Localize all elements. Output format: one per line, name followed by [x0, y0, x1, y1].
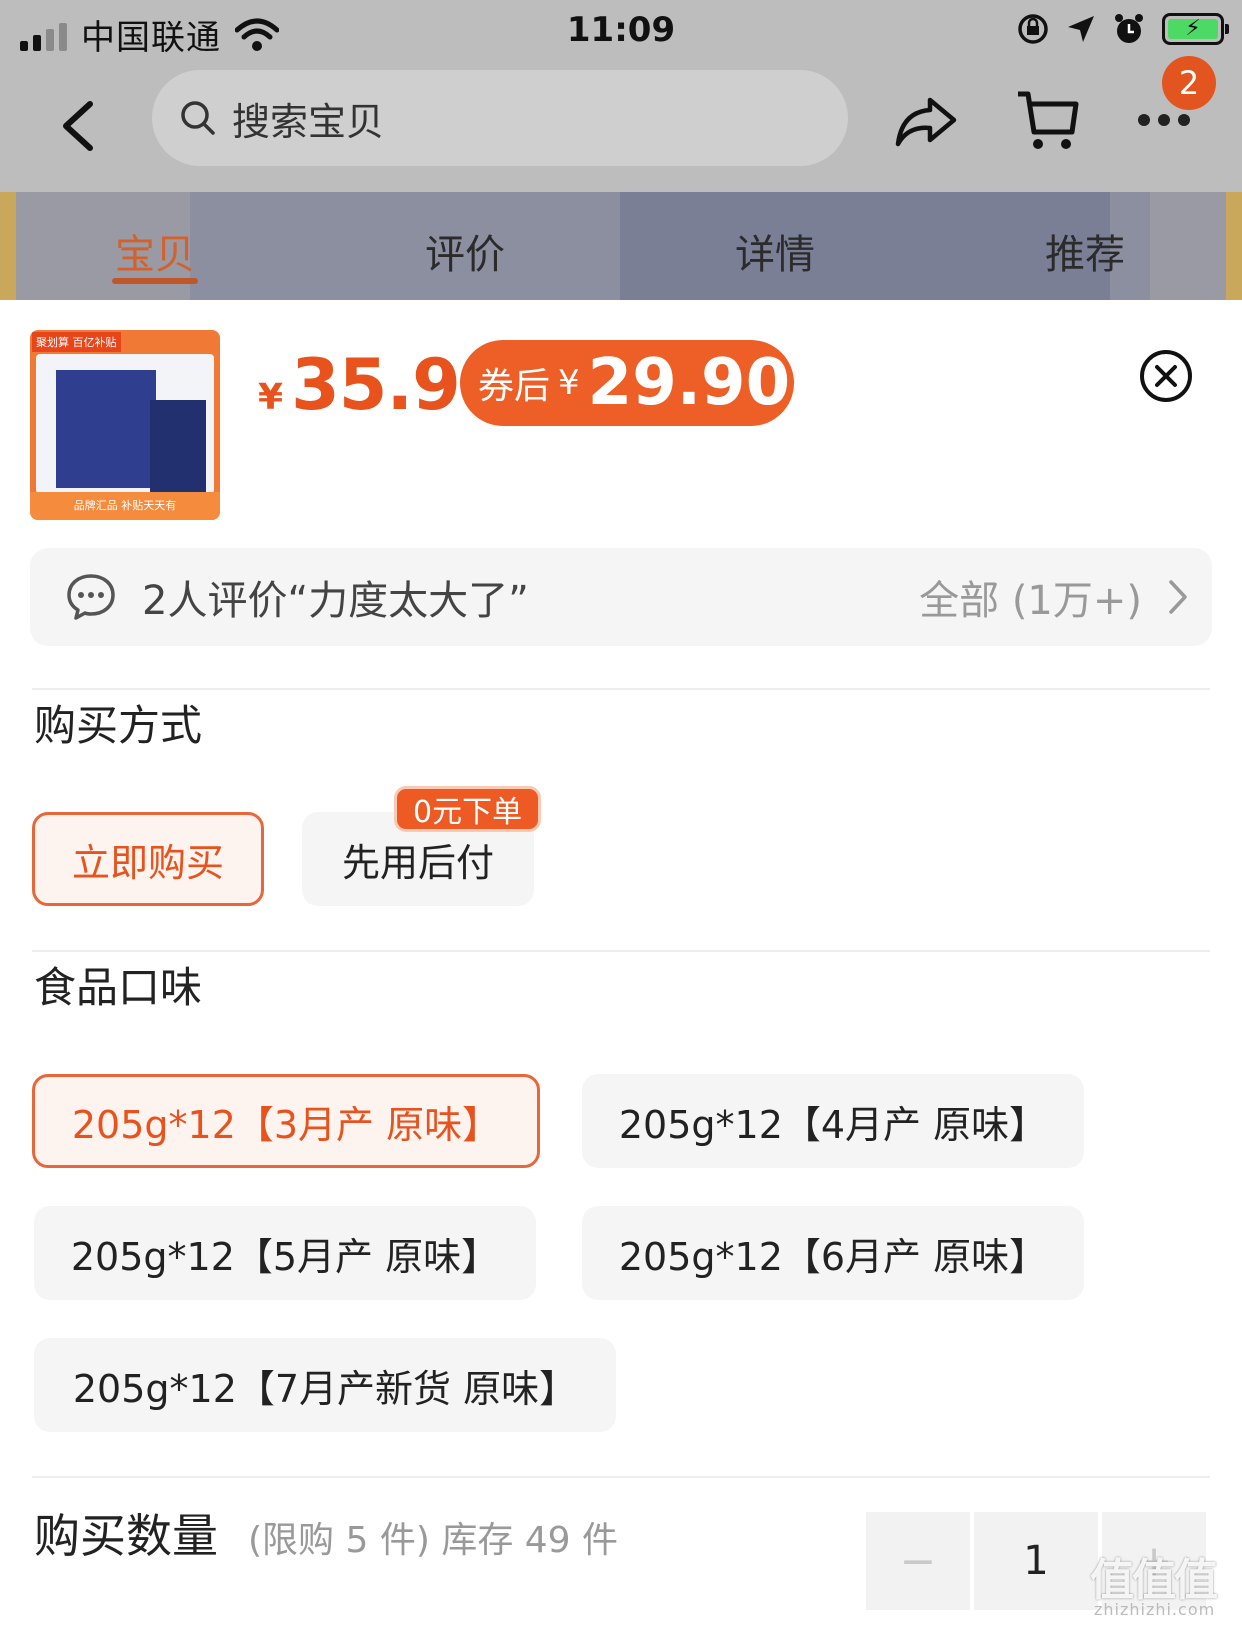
tab-strip: 宝贝 评价 详情 推荐 [0, 192, 1242, 300]
chat-bubble-icon [67, 574, 115, 620]
price: ¥ 35.9 [258, 344, 461, 426]
quantity-value[interactable]: 1 [974, 1512, 1098, 1610]
review-snippet: 2人评价“力度太大了” [142, 578, 529, 624]
search-input[interactable]: 搜索宝贝 [152, 70, 848, 166]
location-arrow-icon [1068, 16, 1094, 42]
quantity-limit: (限购 5 件) 库存 49 件 [248, 1520, 619, 1561]
tab-details[interactable]: 详情 [620, 192, 930, 300]
review-summary-bar[interactable]: 2人评价“力度太大了” 全部 (1万+) [30, 548, 1212, 646]
thumbnail-tag: 聚划算 百亿补贴 [32, 332, 121, 352]
battery-icon: ⚡ [1162, 13, 1229, 45]
quantity-title: 购买数量 [34, 1509, 218, 1563]
all-reviews-link[interactable]: 全部 (1万+) [919, 568, 1142, 626]
flavor-option-april[interactable]: 205g*12【4月产 原味】 [582, 1074, 1084, 1168]
cart-icon[interactable] [1016, 88, 1080, 154]
coupon-price-pill: 券后 ¥ 29.90 [460, 340, 794, 426]
tab-reviews[interactable]: 评价 [310, 192, 620, 300]
price-value: 35.9 [291, 344, 461, 426]
flavor-option-march[interactable]: 205g*12【3月产 原味】 [32, 1074, 540, 1168]
price-currency: ¥ [258, 377, 284, 418]
divider [32, 688, 1210, 690]
flavor-title: 食品口味 [34, 963, 203, 1012]
product-box-image [56, 370, 156, 488]
divider [32, 950, 1210, 952]
zero-yuan-order-badge: 0元下单 [394, 786, 542, 832]
back-arrow-icon[interactable] [56, 96, 100, 156]
search-icon [181, 101, 215, 135]
tab-recommend[interactable]: 推荐 [930, 192, 1240, 300]
thumbnail-footer: 品牌汇品 补贴天天有 [30, 492, 220, 520]
coupon-price: 29.90 [587, 346, 791, 420]
coupon-label: 券后 [478, 366, 551, 407]
product-carton-image [150, 400, 206, 492]
flavor-option-may[interactable]: 205g*12【5月产 原味】 [34, 1206, 536, 1300]
close-icon[interactable] [1138, 348, 1194, 404]
flavor-option-july-new[interactable]: 205g*12【7月产新货 原味】 [34, 1338, 616, 1432]
divider [32, 1476, 1210, 1478]
status-bar: 中国联通 11:09 ⚡ [0, 0, 1242, 64]
share-icon[interactable] [894, 94, 958, 150]
flavor-option-june[interactable]: 205g*12【6月产 原味】 [582, 1206, 1084, 1300]
watermark-logo: 值值值 [1090, 1555, 1218, 1606]
background-page-overlay[interactable]: 中国联通 11:09 ⚡ 搜索宝贝 2 宝贝 评价 详情 推荐 [0, 0, 1242, 300]
cart-badge: 2 [1162, 56, 1216, 110]
watermark-site: zhizhizhi.com [1094, 1600, 1216, 1619]
tab-baobei[interactable]: 宝贝 [0, 192, 310, 300]
purchase-method-title: 购买方式 [34, 701, 203, 750]
sku-bottom-sheet: 聚划算 百亿补贴 品牌汇品 补贴天天有 ¥ 35.9 券后 ¥ 29.90 2人… [0, 300, 1242, 1645]
rotation-lock-icon [1018, 14, 1048, 44]
coupon-currency: ¥ [558, 363, 580, 403]
more-options-icon[interactable] [1138, 110, 1196, 130]
quantity-header: 购买数量 (限购 5 件) 库存 49 件 [34, 1500, 618, 1566]
nav-bar: 搜索宝贝 2 [0, 56, 1242, 186]
search-placeholder: 搜索宝贝 [232, 99, 385, 144]
product-thumbnail[interactable]: 聚划算 百亿补贴 品牌汇品 补贴天天有 [30, 330, 220, 520]
alarm-icon [1115, 14, 1143, 43]
chevron-right-icon [1169, 580, 1187, 614]
decrease-button[interactable]: − [866, 1512, 970, 1610]
option-buy-now[interactable]: 立即购买 [32, 812, 264, 906]
